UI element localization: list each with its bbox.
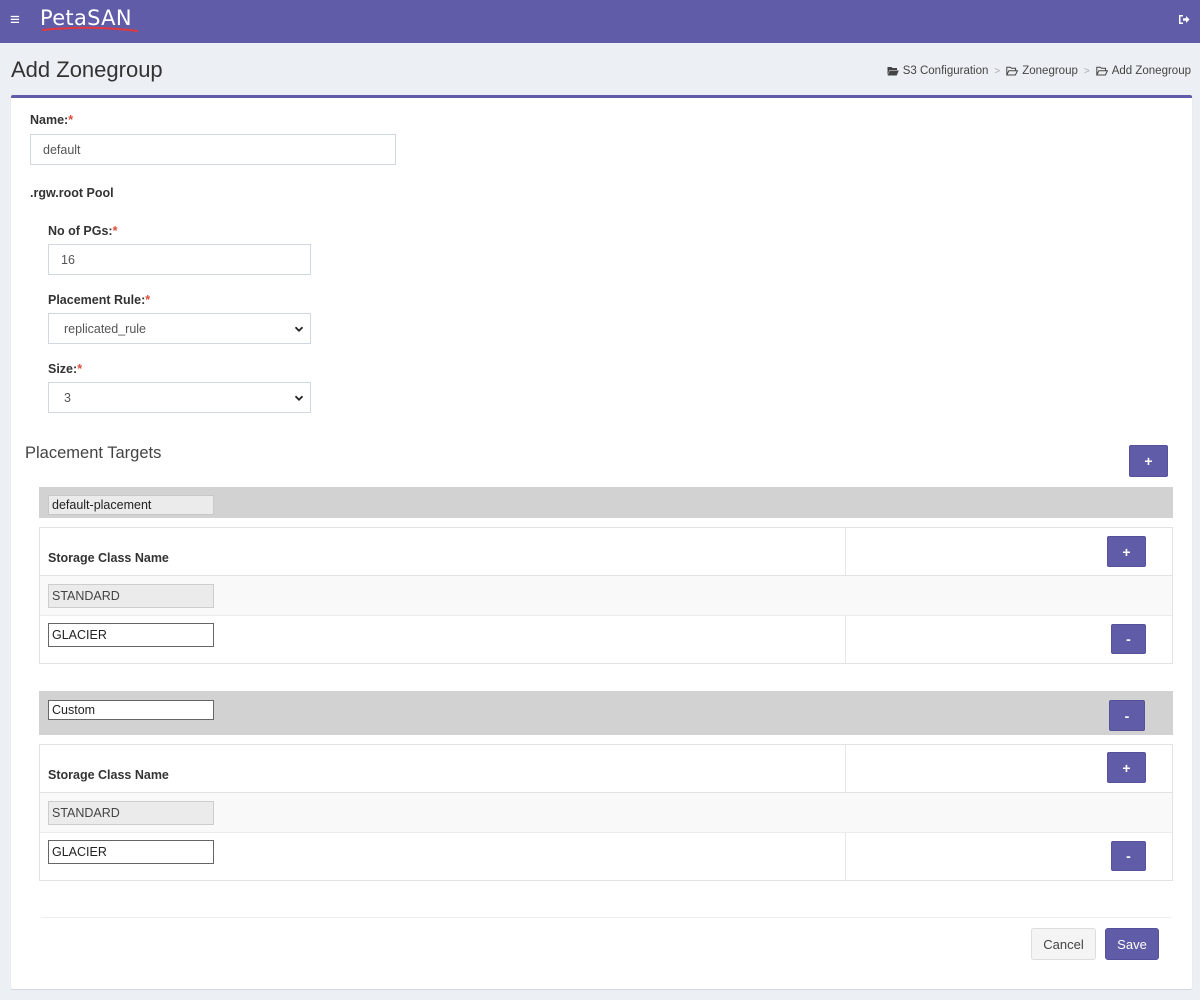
breadcrumb-separator: >	[1083, 65, 1090, 77]
name-input-value: default	[43, 142, 81, 157]
required-mark: *	[68, 113, 74, 127]
table-row: GLACIER -	[40, 616, 1172, 662]
save-button[interactable]: Save	[1105, 928, 1159, 960]
size-label-text: Size:	[48, 362, 78, 376]
chevron-down-icon	[294, 395, 304, 401]
breadcrumb-s3-configuration[interactable]: S3 Configuration	[887, 65, 989, 77]
add-placement-target-button[interactable]: +	[1129, 445, 1168, 477]
placement-rule-select[interactable]: replicated_rule	[48, 313, 311, 344]
breadcrumb: S3 Configuration > Zonegroup > Add Zoneg…	[887, 65, 1191, 77]
folder-open-outline-icon	[1006, 66, 1019, 76]
placement-target-name-input[interactable]: default-placement	[48, 495, 214, 515]
breadcrumb-label: S3 Configuration	[902, 65, 989, 77]
storage-class-name-header: Storage Class Name	[48, 768, 169, 782]
breadcrumb-label: Add Zonegroup	[1111, 65, 1191, 77]
placement-target-name-value: default-placement	[52, 498, 152, 512]
add-storage-class-button[interactable]: +	[1107, 752, 1146, 783]
remove-storage-class-button[interactable]: -	[1111, 841, 1146, 871]
required-mark: *	[77, 362, 83, 376]
size-select[interactable]: 3	[48, 382, 311, 413]
placement-target-name-value: Custom	[52, 703, 96, 717]
breadcrumb-separator: >	[994, 65, 1001, 77]
folder-open-icon	[887, 67, 899, 76]
name-input[interactable]: default	[30, 134, 396, 165]
storage-class-value: STANDARD	[52, 806, 120, 820]
placement-rule-label: Placement Rule:*	[48, 293, 150, 307]
placement-rule-label-text: Placement Rule:	[48, 293, 146, 307]
size-label: Size:*	[48, 362, 82, 376]
placement-target-header: default-placement	[39, 487, 1173, 518]
placement-target-header: Custom -	[39, 691, 1173, 735]
storage-class-input[interactable]: STANDARD	[48, 801, 214, 825]
storage-class-name-header: Storage Class Name	[48, 551, 169, 565]
root-pool-heading: .rgw.root Pool	[30, 186, 114, 200]
placement-rule-value: replicated_rule	[64, 321, 146, 336]
name-label-text: Name:	[30, 113, 69, 127]
remove-placement-target-button[interactable]: -	[1109, 700, 1145, 731]
pgs-input[interactable]: 16	[48, 244, 311, 275]
breadcrumb-label: Zonegroup	[1022, 65, 1078, 77]
top-navbar: ≡ PetaSAN	[0, 0, 1200, 43]
cancel-button[interactable]: Cancel	[1031, 928, 1096, 960]
pgs-label: No of PGs:*	[48, 224, 117, 238]
storage-class-input[interactable]: GLACIER	[48, 840, 214, 864]
placement-targets-title: Placement Targets	[25, 444, 162, 462]
required-mark: *	[112, 224, 118, 238]
size-value: 3	[64, 390, 71, 405]
placement-target-name-input[interactable]: Custom	[48, 700, 214, 720]
petasan-logo[interactable]: PetaSAN	[40, 5, 139, 32]
chevron-down-icon	[294, 326, 304, 332]
add-storage-class-button[interactable]: +	[1107, 536, 1146, 567]
logo-swoosh	[41, 26, 139, 32]
breadcrumb-add-zonegroup[interactable]: Add Zonegroup	[1095, 65, 1191, 77]
sign-out-icon[interactable]	[1178, 13, 1190, 28]
folder-open-outline-icon	[1095, 66, 1108, 76]
storage-class-value: GLACIER	[52, 628, 107, 642]
table-row: STANDARD	[40, 576, 1172, 616]
storage-class-value: GLACIER	[52, 845, 107, 859]
table-row: STANDARD	[40, 793, 1172, 833]
hamburger-icon[interactable]: ≡	[10, 11, 20, 29]
storage-class-table: Storage Class Name + STANDARD GLACIER -	[39, 527, 1173, 664]
storage-class-table: Storage Class Name + STANDARD GLACIER -	[39, 744, 1173, 881]
footer-divider	[41, 917, 1171, 918]
storage-class-input[interactable]: STANDARD	[48, 584, 214, 608]
form-panel: Name:* default .rgw.root Pool No of PGs:…	[11, 95, 1192, 989]
breadcrumb-zonegroup[interactable]: Zonegroup	[1006, 65, 1078, 77]
remove-storage-class-button[interactable]: -	[1111, 624, 1146, 654]
required-mark: *	[145, 293, 151, 307]
name-label: Name:*	[30, 113, 73, 127]
storage-class-table-header: Storage Class Name +	[40, 528, 1172, 576]
storage-class-table-header: Storage Class Name +	[40, 745, 1172, 793]
page-title: Add Zonegroup	[11, 57, 163, 82]
pgs-input-value: 16	[61, 252, 75, 267]
table-row: GLACIER -	[40, 833, 1172, 879]
storage-class-input[interactable]: GLACIER	[48, 623, 214, 647]
storage-class-value: STANDARD	[52, 589, 120, 603]
pgs-label-text: No of PGs:	[48, 224, 113, 238]
